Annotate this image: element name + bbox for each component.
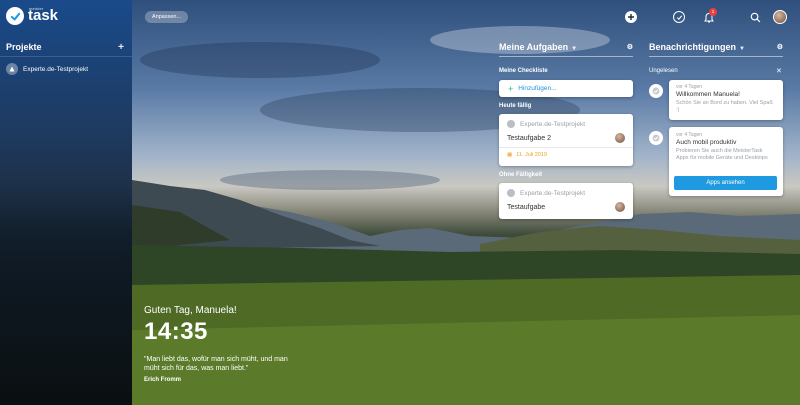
task-card[interactable]: Experte.de-Testprojekt Testaufgabe 2 ▦ 1…: [499, 114, 633, 166]
sidebar: meister task Projekte + Experte.de-Testp…: [0, 0, 132, 405]
quote-author: Erich Fromm: [144, 377, 182, 383]
due-today-label: Heute fällig: [499, 103, 532, 109]
notifications-heading[interactable]: Benachrichtigungen ▼: [649, 42, 745, 52]
task-title: Testaufgabe: [507, 204, 546, 211]
add-project-icon[interactable]: +: [118, 42, 124, 52]
notification-count-badge: 1: [709, 8, 717, 16]
task-divider: [499, 147, 633, 148]
notification-time: vor 4 Tagen: [676, 84, 703, 90]
settings-icon[interactable]: ⚙: [627, 43, 633, 51]
sidebar-item-project[interactable]: Experte.de-Testprojekt: [6, 63, 88, 75]
sidebar-item-label: Experte.de-Testprojekt: [23, 65, 89, 73]
quote-text: "Man liebt das, wofür man sich müht, und…: [144, 356, 288, 372]
tasks-column-divider: [499, 56, 633, 57]
projects-heading[interactable]: Projekte: [6, 42, 42, 52]
checklist-label: Meine Checkliste: [499, 68, 548, 74]
notification-body: Probieren Sie auch die MeisterTask Apps …: [676, 148, 768, 161]
customize-button[interactable]: Anpassen...: [145, 11, 189, 23]
notifications-bell-button[interactable]: 1: [703, 8, 717, 23]
plus-icon: +: [508, 83, 514, 94]
notification-body: Schön Sie an Bord zu haben. Viel Spaß :): [676, 100, 773, 113]
tasks-column-header: Meine Aufgaben ▼ ⚙: [499, 42, 633, 52]
project-icon: [6, 63, 18, 75]
close-icon[interactable]: ✕: [776, 67, 782, 75]
add-checklist-item-button[interactable]: + Hinzufügen...: [499, 80, 633, 97]
app-logo[interactable]: meister task: [6, 6, 58, 25]
calendar-icon: ▦: [507, 152, 513, 158]
clock-time: 14:35: [144, 318, 208, 345]
chevron-down-icon: ▼: [571, 46, 578, 52]
task-project-label: Experte.de-Testprojekt: [520, 189, 586, 197]
checkmark-circle-icon[interactable]: [673, 11, 685, 23]
task-title: Testaufgabe 2: [507, 135, 551, 142]
add-label: Hinzufügen...: [518, 85, 557, 92]
add-icon[interactable]: [625, 11, 637, 23]
notification-time: vor 4 Tagen: [676, 132, 703, 138]
notification-card[interactable]: vor 4 Tagen Willkommen Manuela! Schön Si…: [649, 80, 783, 120]
sidebar-divider: [0, 56, 132, 57]
task-card[interactable]: Experte.de-Testprojekt Testaufgabe: [499, 183, 633, 219]
project-icon: [507, 120, 515, 128]
meistertask-avatar-icon: [649, 131, 663, 145]
greeting-text: Guten Tag, Manuela!: [144, 305, 237, 316]
assignee-avatar: [615, 202, 625, 212]
task-due-date: ▦ 11. Juli 2019: [507, 152, 547, 158]
view-apps-button[interactable]: Apps ansehen: [674, 176, 777, 190]
task-due-date-label: 11. Juli 2019: [516, 152, 547, 158]
notification-title: Auch mobil produktiv: [676, 139, 737, 146]
tasks-heading[interactable]: Meine Aufgaben ▼: [499, 42, 577, 52]
notification-title: Willkommen Manuela!: [676, 91, 740, 98]
project-icon: [507, 189, 515, 197]
notifications-column-header: Benachrichtigungen ▼ ⚙: [649, 42, 783, 52]
search-icon[interactable]: [749, 11, 761, 23]
logo-brand-small: meister: [29, 6, 44, 11]
no-due-label: Ohne Fälligkeit: [499, 172, 543, 178]
unread-label: Ungelesen: [649, 68, 678, 74]
task-project-label: Experte.de-Testprojekt: [520, 120, 586, 128]
assignee-avatar: [615, 133, 625, 143]
projects-header: Projekte +: [6, 42, 124, 52]
checkmark-logo-icon: [6, 7, 24, 25]
meistertask-avatar-icon: [649, 84, 663, 98]
chevron-down-icon: ▼: [739, 46, 745, 52]
notification-card[interactable]: vor 4 Tagen Auch mobil produktiv Probier…: [649, 127, 783, 196]
user-avatar[interactable]: [773, 10, 787, 24]
settings-icon[interactable]: ⚙: [777, 43, 783, 51]
task-project: Experte.de-Testprojekt: [507, 120, 585, 128]
notifications-column-divider: [649, 56, 783, 57]
task-project: Experte.de-Testprojekt: [507, 189, 585, 197]
